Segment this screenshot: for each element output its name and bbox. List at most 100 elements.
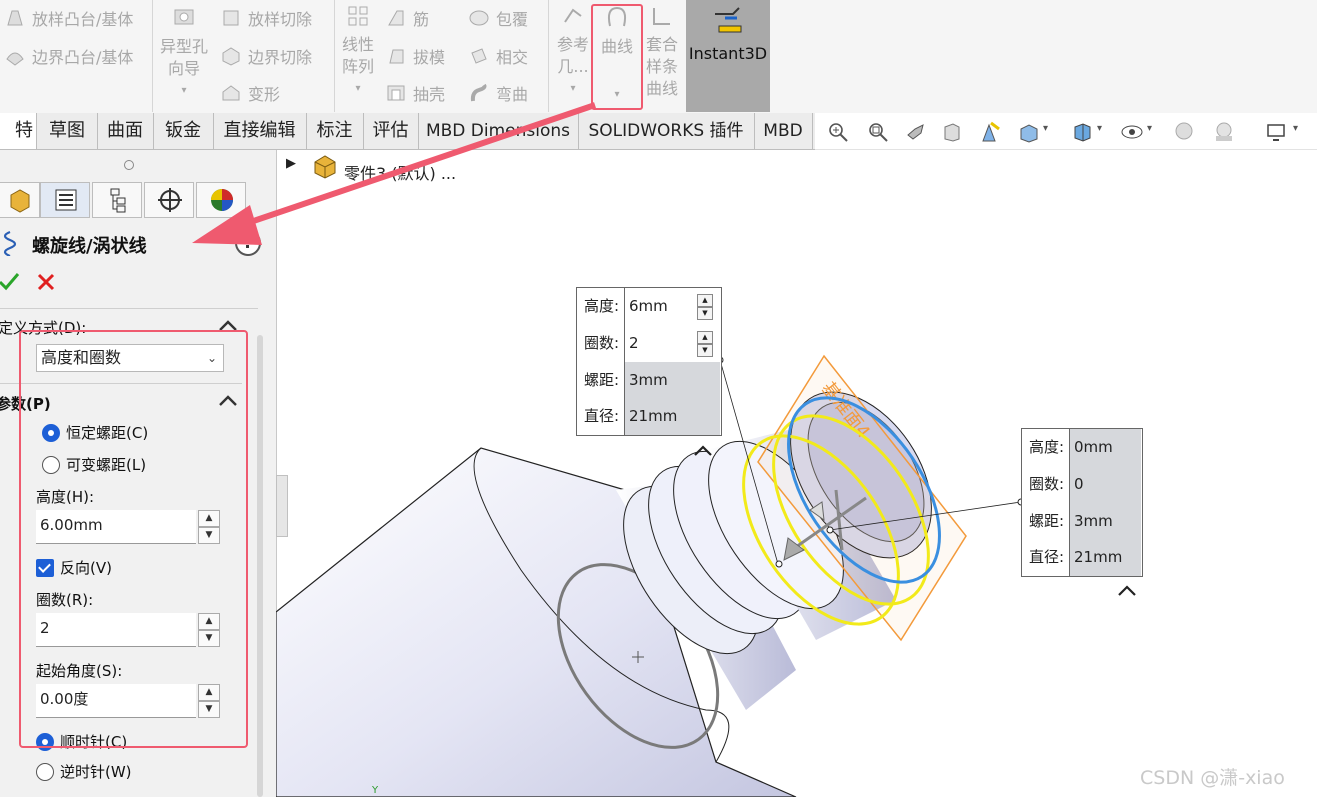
constant-pitch-radio[interactable]: 恒定螺距(C) <box>42 422 148 443</box>
fit-spline-button[interactable]: 套合 样条 曲线 <box>642 4 682 100</box>
draft-label: 拔模 <box>413 48 446 67</box>
reference-geometry-button[interactable]: 参考 几... ▾ <box>553 4 593 100</box>
callout-row: 直径: 21mm <box>1022 539 1142 576</box>
linear-pattern-label-1: 线性 <box>341 35 374 54</box>
cancel-x-icon[interactable] <box>36 272 56 292</box>
tab-features[interactable]: 特征 <box>0 113 37 177</box>
rib-button[interactable]: 筋 <box>385 6 429 30</box>
wrap-button[interactable]: 包覆 <box>468 6 528 30</box>
panel-grip-dot[interactable] <box>124 160 134 170</box>
chevron-down-icon[interactable]: ▾ <box>1293 123 1298 134</box>
ok-checkmark-icon[interactable] <box>0 270 20 292</box>
zoom-to-fit-icon[interactable] <box>827 121 849 143</box>
radio-unselected-icon <box>42 455 60 474</box>
feature-tree-icon <box>10 189 30 213</box>
help-button[interactable]: ? <box>235 230 261 256</box>
tab-sketch[interactable]: 草图 <box>37 113 98 149</box>
boundary-boss-label: 边界凸台/基体 <box>32 48 134 67</box>
height-label: 高度(H): <box>36 488 95 506</box>
edit-appearance-icon[interactable] <box>1173 121 1195 143</box>
shell-button[interactable]: 抽壳 <box>385 81 445 105</box>
linear-pattern-icon <box>348 6 368 26</box>
spin-down-icon[interactable]: ▼ <box>198 527 220 544</box>
spin-down-icon[interactable]: ▼ <box>198 630 220 647</box>
collapse-callout-icon[interactable] <box>1118 585 1136 596</box>
intersect-icon <box>471 48 487 64</box>
callout-row: 螺距: 3mm <box>577 362 721 399</box>
tab-feature-tree[interactable] <box>0 182 40 218</box>
loft-boss-button[interactable]: 放样凸台/基体 <box>4 6 133 30</box>
fit-spline-label-3: 曲线 <box>645 79 678 98</box>
tab-configuration-manager[interactable] <box>92 182 142 218</box>
spin-up-icon[interactable]: ▲ <box>198 684 220 701</box>
spin-down-icon[interactable]: ▼ <box>697 307 713 320</box>
boundary-boss-button[interactable]: 边界凸台/基体 <box>4 44 133 68</box>
section-view-icon[interactable] <box>941 121 963 143</box>
tab-property-manager[interactable] <box>40 182 90 218</box>
callout-row: 高度: 0mm <box>1022 429 1142 466</box>
define-by-dropdown[interactable]: 高度和圈数 ⌄ <box>36 344 224 372</box>
callout-spinner[interactable]: ▲ ▼ <box>697 331 713 357</box>
spin-up-icon[interactable]: ▲ <box>198 613 220 630</box>
counterclockwise-radio[interactable]: 逆时针(W) <box>36 761 132 782</box>
reference-label-1: 参考 <box>556 35 589 54</box>
hole-wizard-button[interactable]: 异型孔 向导 ▾ <box>158 4 210 102</box>
intersect-button[interactable]: 相交 <box>468 44 528 68</box>
clockwise-radio[interactable]: 顺时针(C) <box>36 731 127 752</box>
instant3d-button[interactable]: Instant3D <box>686 0 770 112</box>
tab-solidworks-addins[interactable]: SOLIDWORKS 插件 <box>578 113 755 149</box>
chevron-down-icon[interactable]: ▾ <box>1147 123 1152 134</box>
start-angle-spinner[interactable]: ▲ ▼ <box>198 684 220 720</box>
start-angle-input[interactable]: 0.00度 <box>36 684 196 718</box>
collapse-up-icon[interactable] <box>218 394 238 408</box>
chevron-down-icon[interactable]: ▾ <box>1097 123 1102 134</box>
flex-label: 弯曲 <box>496 85 529 104</box>
tab-mbd-dimensions[interactable]: MBD Dimensions <box>418 113 579 149</box>
tab-display-manager[interactable] <box>196 182 246 218</box>
tab-markup[interactable]: 标注 <box>306 113 364 149</box>
spin-down-icon[interactable]: ▼ <box>697 344 713 357</box>
reference-label-2: 几... <box>557 57 589 76</box>
flex-button[interactable]: 弯曲 <box>468 81 528 105</box>
spin-up-icon[interactable]: ▲ <box>697 294 713 307</box>
height-spinner[interactable]: ▲ ▼ <box>198 510 220 546</box>
tab-direct-editing[interactable]: 直接编辑 <box>213 113 307 149</box>
wrap-label: 包覆 <box>496 10 529 29</box>
display-style-icon[interactable] <box>1071 121 1093 143</box>
linear-pattern-label-2: 阵列 <box>341 57 374 76</box>
apply-scene-icon[interactable] <box>1213 121 1235 143</box>
model-viewport[interactable]: 基准面4 Y <box>276 150 1317 797</box>
height-input[interactable]: 6.00mm <box>36 510 196 544</box>
reverse-checkbox[interactable]: 反向(V) <box>36 557 112 578</box>
spin-up-icon[interactable]: ▲ <box>198 510 220 527</box>
revolutions-input[interactable]: 2 <box>36 613 196 647</box>
deform-button[interactable]: 变形 <box>220 81 280 105</box>
variable-pitch-radio[interactable]: 可变螺距(L) <box>42 454 146 475</box>
revolutions-spinner[interactable]: ▲ ▼ <box>198 613 220 649</box>
shell-icon <box>387 85 405 101</box>
chevron-down-icon[interactable]: ▾ <box>1043 123 1048 134</box>
spin-down-icon[interactable]: ▼ <box>198 701 220 718</box>
draft-button[interactable]: 拔模 <box>385 44 445 68</box>
view-orientation-icon[interactable] <box>1017 121 1039 143</box>
loft-cut-button[interactable]: 放样切除 <box>220 6 312 30</box>
loft-cut-icon <box>223 10 239 26</box>
previous-view-icon[interactable] <box>905 121 927 143</box>
linear-pattern-button[interactable]: 线性 阵列 ▾ <box>338 4 378 100</box>
zoom-to-area-icon[interactable] <box>867 121 889 143</box>
panel-scrollbar[interactable] <box>257 335 263 797</box>
tab-sheet-metal[interactable]: 钣金 <box>153 113 214 149</box>
boundary-cut-button[interactable]: 边界切除 <box>220 44 312 68</box>
view-settings-icon[interactable] <box>1265 121 1287 143</box>
dynamic-annotation-icon[interactable] <box>979 121 1001 143</box>
spin-up-icon[interactable]: ▲ <box>697 331 713 344</box>
deform-icon <box>222 85 240 101</box>
collapse-up-icon[interactable] <box>218 319 238 333</box>
tab-evaluate[interactable]: 评估 <box>363 113 419 149</box>
hide-show-items-icon[interactable] <box>1121 121 1143 143</box>
tab-dimxpert-manager[interactable] <box>144 182 194 218</box>
tab-mbd[interactable]: MBD <box>754 113 813 149</box>
tab-surfaces[interactable]: 曲面 <box>97 113 154 149</box>
callout-spinner[interactable]: ▲ ▼ <box>697 294 713 320</box>
callout-row: 圈数: 0 <box>1022 466 1142 503</box>
